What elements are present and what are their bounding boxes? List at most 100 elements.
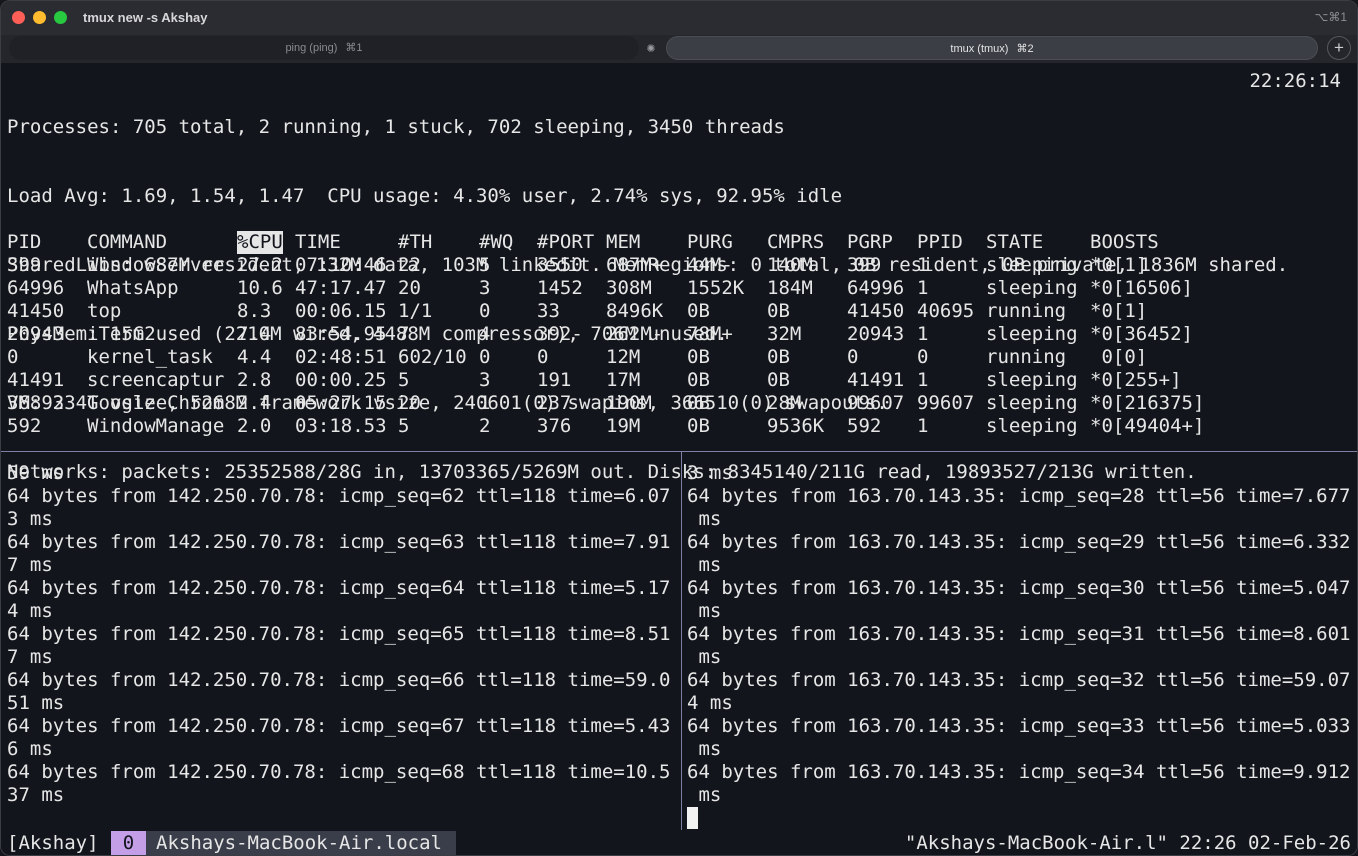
table-cell: *0[49404+]	[1090, 415, 1205, 437]
column-header: COMMAND	[87, 231, 168, 253]
close-button[interactable]	[12, 11, 25, 24]
ping-line: 64 bytes from 163.70.143.35: icmp_seq=33…	[687, 715, 1351, 737]
table-cell: top	[87, 300, 122, 322]
table-cell: 1	[917, 369, 929, 391]
ping-pane-left[interactable]: 59 ms 64 bytes from 142.250.70.78: icmp_s…	[7, 462, 679, 807]
pane-divider-horizontal	[1, 451, 1357, 452]
ping-line: 64 bytes from 163.70.143.35: icmp_seq=32…	[687, 669, 1351, 691]
table-cell: 44M-	[687, 254, 733, 276]
table-cell: 308M	[606, 277, 652, 299]
ping-line: 64 bytes from 142.250.70.78: icmp_seq=62…	[7, 485, 671, 507]
table-cell: 33	[537, 300, 560, 322]
window-index[interactable]: 0	[111, 831, 146, 855]
column-header: BOOSTS	[1090, 231, 1159, 253]
tab-ping[interactable]: ping (ping) ⌘1	[9, 36, 639, 60]
table-cell: *0[16506]	[1090, 277, 1193, 299]
table-cell: 262M-	[606, 323, 664, 345]
table-cell: 3	[479, 277, 491, 299]
table-cell: sleeping	[986, 254, 1078, 276]
new-tab-button[interactable]: +	[1327, 36, 1351, 60]
status-right: "Akshays-MacBook-Air.l" 22:26 02-Feb-26	[904, 832, 1351, 854]
column-header: PGRP	[847, 231, 893, 253]
ping-line: 64 bytes from 163.70.143.35: icmp_seq=31…	[687, 623, 1351, 645]
table-cell: 687M+	[606, 254, 664, 276]
table-cell: *0[1]	[1090, 300, 1148, 322]
column-header: #TH	[398, 231, 433, 253]
table-cell: WindowServer	[87, 254, 225, 276]
table-cell: 392-	[537, 323, 583, 345]
table-cell: 376	[537, 415, 572, 437]
table-cell: 28M	[767, 392, 802, 414]
ping-line: 7 ms	[7, 646, 53, 668]
table-cell: 0	[479, 300, 491, 322]
table-cell: 27.2	[237, 254, 283, 276]
ping-line: ms	[687, 600, 722, 622]
table-cell: 32M	[767, 323, 802, 345]
table-cell: Google Chrom	[87, 392, 225, 414]
tab-shortcut: ⌘2	[1016, 43, 1034, 55]
tab-tmux[interactable]: tmux (tmux) ⌘2	[666, 36, 1318, 60]
table-cell: 10.6	[237, 277, 283, 299]
window-name[interactable]: Akshays-MacBook-Air.local	[146, 831, 456, 855]
zoom-button[interactable]	[54, 11, 67, 24]
table-cell: 00:06.15	[295, 300, 387, 322]
table-cell: *0[1]	[1090, 254, 1148, 276]
column-header: TIME	[295, 231, 341, 253]
cursor-line	[687, 807, 1355, 830]
table-cell: 9536K	[767, 415, 825, 437]
ping-line: 37 ms	[7, 784, 65, 806]
ping-line: 4 ms	[687, 692, 733, 714]
table-cell: 0B	[687, 369, 710, 391]
table-cell: running	[986, 346, 1067, 368]
ping-pane-right[interactable]: 3 ms 64 bytes from 163.70.143.35: icmp_se…	[687, 462, 1355, 830]
minimize-button[interactable]	[33, 11, 46, 24]
ping-line: ms	[687, 738, 722, 760]
summary-line: Processes: 705 total, 2 running, 1 stuck…	[7, 116, 785, 138]
ping-line: 51 ms	[7, 692, 65, 714]
table-cell: 0B	[767, 369, 790, 391]
table-cell: 2.0	[237, 415, 272, 437]
table-cell: 237	[537, 392, 572, 414]
table-cell: 8496K	[606, 300, 664, 322]
ping-line: 64 bytes from 142.250.70.78: icmp_seq=68…	[7, 761, 671, 783]
table-cell: 1	[917, 415, 929, 437]
table-cell: sleeping	[986, 277, 1078, 299]
table-cell: 2.4	[237, 392, 272, 414]
table-cell: 1/1	[398, 300, 433, 322]
table-cell: 0	[7, 346, 19, 368]
table-cell: 64996	[847, 277, 905, 299]
table-cell: 7	[398, 323, 410, 345]
table-cell: 140M	[767, 254, 813, 276]
table-cell: iTerm2	[87, 323, 156, 345]
table-cell: 5	[479, 254, 491, 276]
table-cell: 5	[398, 369, 410, 391]
table-cell: 05:27.15	[295, 392, 387, 414]
ping-line: 64 bytes from 163.70.143.35: icmp_seq=34…	[687, 761, 1351, 783]
ping-line: 4 ms	[7, 600, 53, 622]
ping-line: 64 bytes from 142.250.70.78: icmp_seq=66…	[7, 669, 671, 691]
table-cell: 47:17.47	[295, 277, 387, 299]
table-cell: 64996	[7, 277, 65, 299]
tab-label: ping (ping)	[285, 42, 338, 54]
table-cell: 1552K	[687, 277, 745, 299]
table-cell: 41450	[847, 300, 905, 322]
table-cell: 0B	[687, 392, 710, 414]
table-cell: *0[216375]	[1090, 392, 1205, 414]
table-cell: 78M+	[687, 323, 733, 345]
table-cell: 22	[398, 254, 421, 276]
table-cell: sleeping	[986, 392, 1078, 414]
table-cell: 3550	[537, 254, 583, 276]
column-header: PID	[7, 231, 42, 253]
table-cell: kernel_task	[87, 346, 213, 368]
table-cell: running	[986, 300, 1067, 322]
column-header: CMPRS	[767, 231, 825, 253]
table-cell: 0	[847, 346, 859, 368]
table-cell: 1	[917, 323, 929, 345]
table-cell: 7.4	[237, 323, 272, 345]
table-cell: *0[36452]	[1090, 323, 1193, 345]
table-cell: WhatsApp	[87, 277, 179, 299]
ping-line: 64 bytes from 142.250.70.78: icmp_seq=64…	[7, 577, 671, 599]
column-header: #PORT	[537, 231, 595, 253]
table-cell: WindowManage	[87, 415, 225, 437]
table-cell: 20943	[7, 323, 65, 345]
